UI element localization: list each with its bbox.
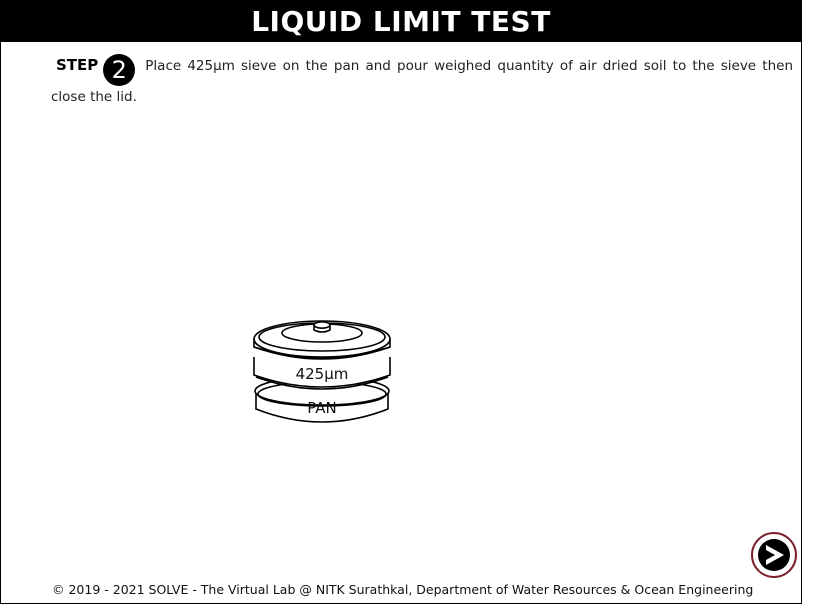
- next-button[interactable]: [751, 532, 797, 578]
- sieve-and-pan-apparatus[interactable]: 425µm PAN: [247, 313, 397, 431]
- step-instruction-block: STEP 2 Place 425µm sieve on the pan and po…: [51, 54, 793, 108]
- step-label: STEP: [56, 56, 99, 74]
- step-number-badge: 2: [103, 54, 136, 86]
- step-instruction-text: Place 425µm sieve on the pan and pour we…: [51, 58, 793, 105]
- pan-label: PAN: [307, 399, 337, 417]
- next-arrow-icon: [758, 539, 790, 571]
- lab-frame: LIQUID LIMIT TEST STEP 2 Place 425µm sieve…: [0, 0, 802, 604]
- footer-copyright: © 2019 - 2021 SOLVE - The Virtual Lab @ …: [52, 582, 754, 597]
- sieve-label: 425µm: [295, 365, 349, 383]
- page-title: LIQUID LIMIT TEST: [1, 1, 801, 42]
